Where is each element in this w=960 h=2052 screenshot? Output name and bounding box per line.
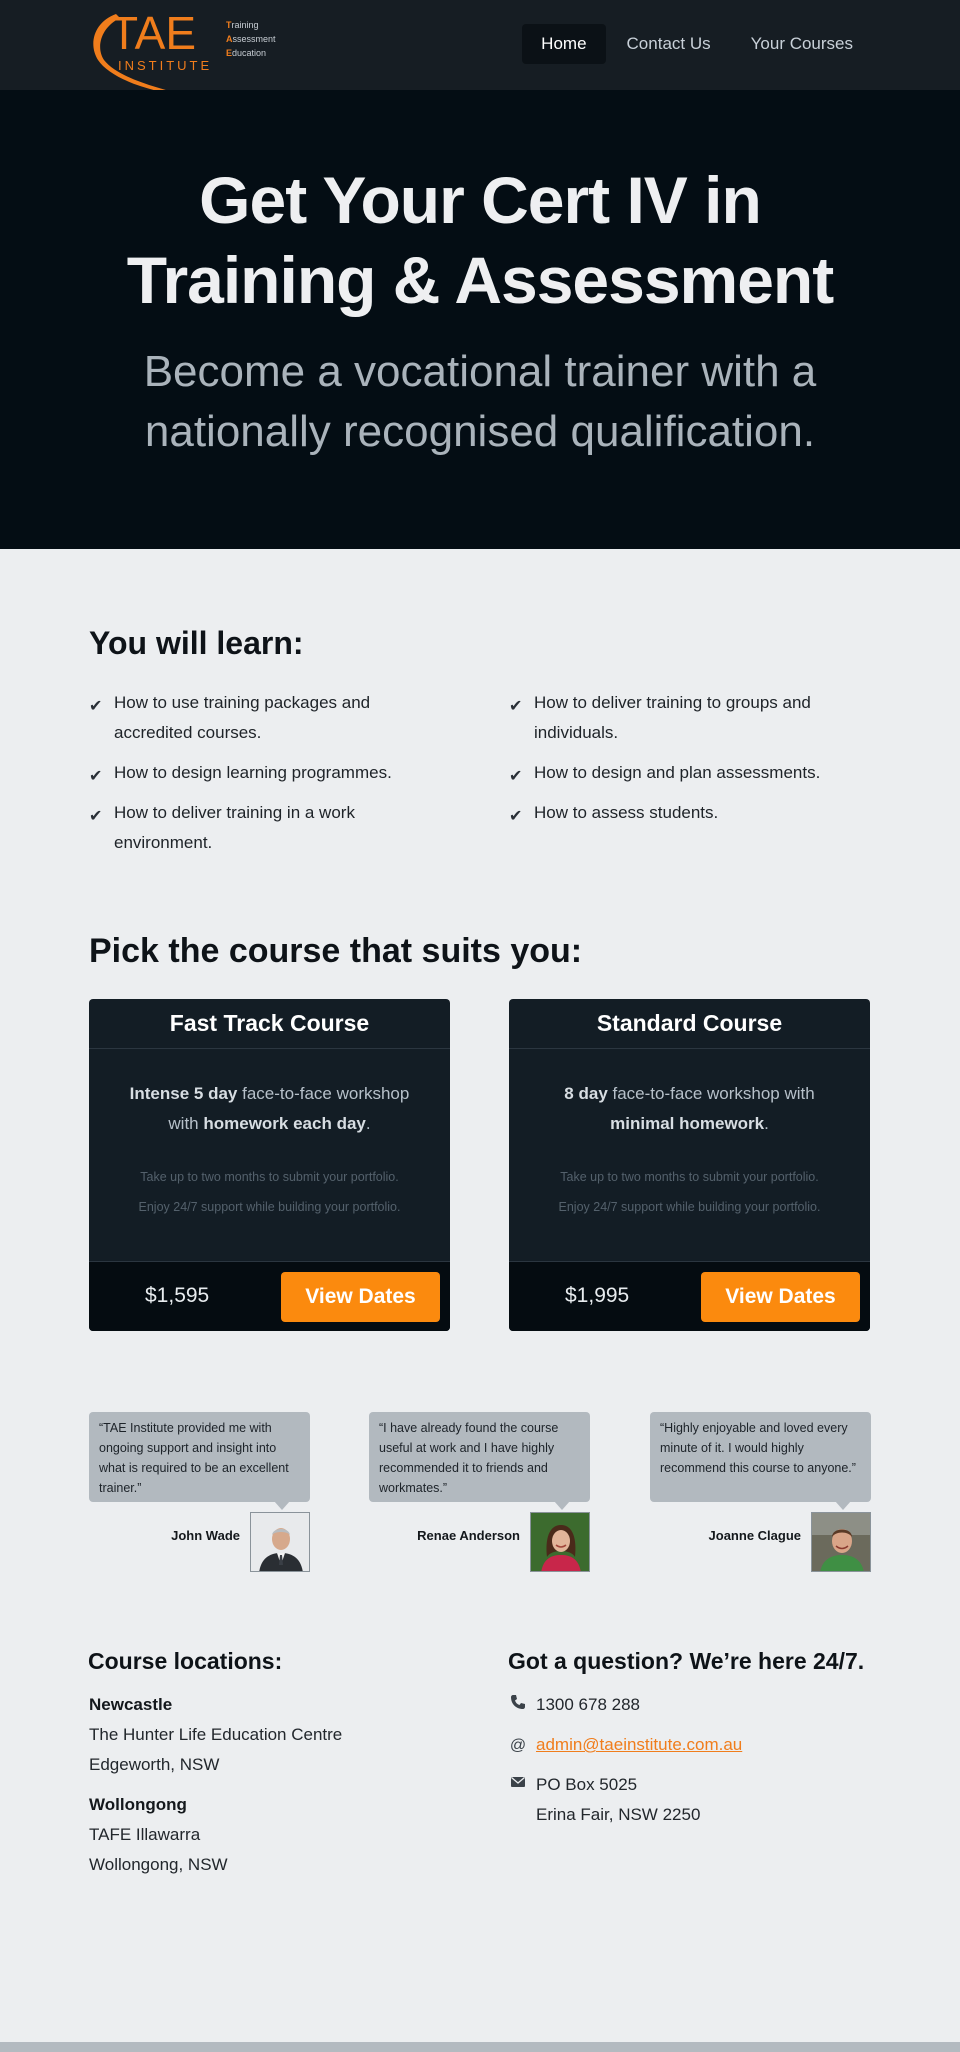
bubble-tail: [835, 1501, 851, 1510]
course-price: $1,995: [565, 1284, 630, 1307]
course-note: Enjoy 24/7 support while building your p…: [558, 1200, 821, 1214]
logo-subtitle: INSTITUTE: [118, 58, 213, 73]
location-line: Wollongong, NSW: [89, 1855, 228, 1874]
learn-heading: You will learn:: [89, 625, 304, 661]
nav-link-contact-us[interactable]: Contact Us: [608, 24, 730, 64]
list-item: ✔ How to design learning programmes.: [89, 758, 429, 788]
course-title: Fast Track Course: [89, 999, 450, 1049]
courses-heading: Pick the course that suits you:: [89, 932, 583, 970]
postal-line: Erina Fair, NSW 2250: [536, 1805, 701, 1824]
location-name: Newcastle: [89, 1695, 173, 1714]
hero-title-line2: Training & Assessment: [126, 243, 834, 317]
list-item: ✔ How to design and plan assessments.: [509, 758, 849, 788]
avatar: [530, 1512, 590, 1572]
nav-links: Home Contact Us Your Courses: [520, 24, 872, 64]
testimonial-renae-anderson: “I have already found the course useful …: [369, 1412, 590, 1572]
avatar: [811, 1512, 871, 1572]
avatar: [250, 1512, 310, 1572]
contact-email: @ admin@taeinstitute.com.au: [509, 1730, 742, 1760]
person-photo-icon: [812, 1513, 870, 1571]
view-dates-button[interactable]: View Dates: [281, 1272, 440, 1322]
view-dates-button[interactable]: View Dates: [701, 1272, 860, 1322]
at-icon: @: [509, 1737, 527, 1754]
course-description: 8 day face-to-face workshop with minimal…: [564, 1084, 815, 1133]
check-icon: ✔: [509, 768, 523, 785]
nav-link-your-courses[interactable]: Your Courses: [732, 24, 872, 64]
testimonial-quote: “Highly enjoyable and loved every minute…: [650, 1412, 871, 1502]
hero-subtitle-line2: nationally recognised qualification.: [144, 407, 816, 456]
location-line: TAFE Illawarra: [89, 1825, 201, 1844]
location-line: Edgeworth, NSW: [89, 1755, 220, 1774]
location-wollongong: Wollongong TAFE Illawarra Wollongong, NS…: [89, 1790, 228, 1880]
locations-heading: Course locations:: [88, 1648, 283, 1674]
check-icon: ✔: [509, 698, 523, 715]
logo-tagline: Training Assessment Education: [226, 20, 276, 58]
hero-title-line1: Get Your Cert IV in: [199, 163, 762, 237]
location-name: Wollongong: [89, 1795, 187, 1814]
tae-institute-logo[interactable]: TAE INSTITUTE Training Assessment Educat…: [88, 8, 288, 102]
contact-phone: 1300 678 288: [509, 1690, 640, 1720]
course-card-fast-track: Fast Track Course Intense 5 day face-to-…: [89, 999, 450, 1331]
check-icon: ✔: [509, 808, 523, 825]
hero-subtitle-line1: Become a vocational trainer with a: [143, 347, 817, 396]
phone-number[interactable]: 1300 678 288: [536, 1690, 640, 1720]
check-icon: ✔: [89, 808, 103, 825]
course-footer: $1,995 View Dates: [509, 1261, 870, 1331]
list-item: ✔ How to assess students.: [509, 798, 849, 828]
course-note: Take up to two months to submit your por…: [140, 1170, 399, 1184]
testimonial-john-wade: “TAE Institute provided me with ongoing …: [89, 1412, 310, 1572]
logo-wordmark: TAE: [110, 7, 197, 59]
check-icon: ✔: [89, 768, 103, 785]
phone-icon: [509, 1691, 527, 1721]
check-icon: ✔: [89, 698, 103, 715]
list-item: ✔ How to deliver training in a work envir…: [89, 803, 355, 852]
learn-list-left: ✔ How to use training packages and accred…: [89, 688, 429, 868]
top-nav: TAE INSTITUTE Training Assessment Educat…: [0, 0, 960, 96]
course-title: Standard Course: [509, 999, 870, 1049]
course-note: Enjoy 24/7 support while building your p…: [138, 1200, 401, 1214]
person-photo-icon: [531, 1513, 589, 1571]
person-photo-icon: [251, 1513, 309, 1571]
nav-link-home[interactable]: Home: [522, 24, 606, 64]
testimonial-name: Joanne Clague: [708, 1528, 801, 1543]
list-item: ✔ How to deliver training to groups and i…: [509, 693, 811, 742]
testimonial-joanne-clague: “Highly enjoyable and loved every minute…: [650, 1412, 871, 1572]
hero-subtitle: Become a vocational trainer with a natio…: [0, 342, 960, 462]
course-footer: $1,595 View Dates: [89, 1261, 450, 1331]
course-description: Intense 5 day face-to-face workshop with…: [129, 1084, 410, 1133]
contact-heading: Got a question? We’re here 24/7.: [508, 1648, 865, 1674]
envelope-icon: [509, 1771, 527, 1801]
contact-post: PO Box 5025 Erina Fair, NSW 2250: [509, 1770, 700, 1830]
course-price: $1,595: [145, 1284, 210, 1307]
location-line: The Hunter Life Education Centre: [89, 1725, 343, 1744]
course-note: Take up to two months to submit your por…: [560, 1170, 819, 1184]
email-link[interactable]: admin@taeinstitute.com.au: [536, 1735, 742, 1754]
hero-title: Get Your Cert IV in Training & Assessmen…: [0, 160, 960, 320]
course-card-standard: Standard Course 8 day face-to-face works…: [509, 999, 870, 1331]
location-newcastle: Newcastle The Hunter Life Education Cent…: [89, 1690, 342, 1780]
hero-section: Get Your Cert IV in Training & Assessmen…: [0, 90, 960, 549]
testimonial-name: John Wade: [171, 1528, 240, 1543]
testimonial-name: Renae Anderson: [417, 1528, 520, 1543]
postal-line: PO Box 5025: [536, 1775, 638, 1794]
testimonial-quote: “I have already found the course useful …: [369, 1412, 590, 1502]
list-item: ✔ How to use training packages and accred…: [89, 693, 371, 742]
bubble-tail: [274, 1501, 290, 1510]
learn-list-right: ✔ How to deliver training to groups and i…: [509, 688, 849, 838]
footer-bar: [0, 2042, 960, 2052]
bubble-tail: [554, 1501, 570, 1510]
testimonial-quote: “TAE Institute provided me with ongoing …: [89, 1412, 310, 1502]
